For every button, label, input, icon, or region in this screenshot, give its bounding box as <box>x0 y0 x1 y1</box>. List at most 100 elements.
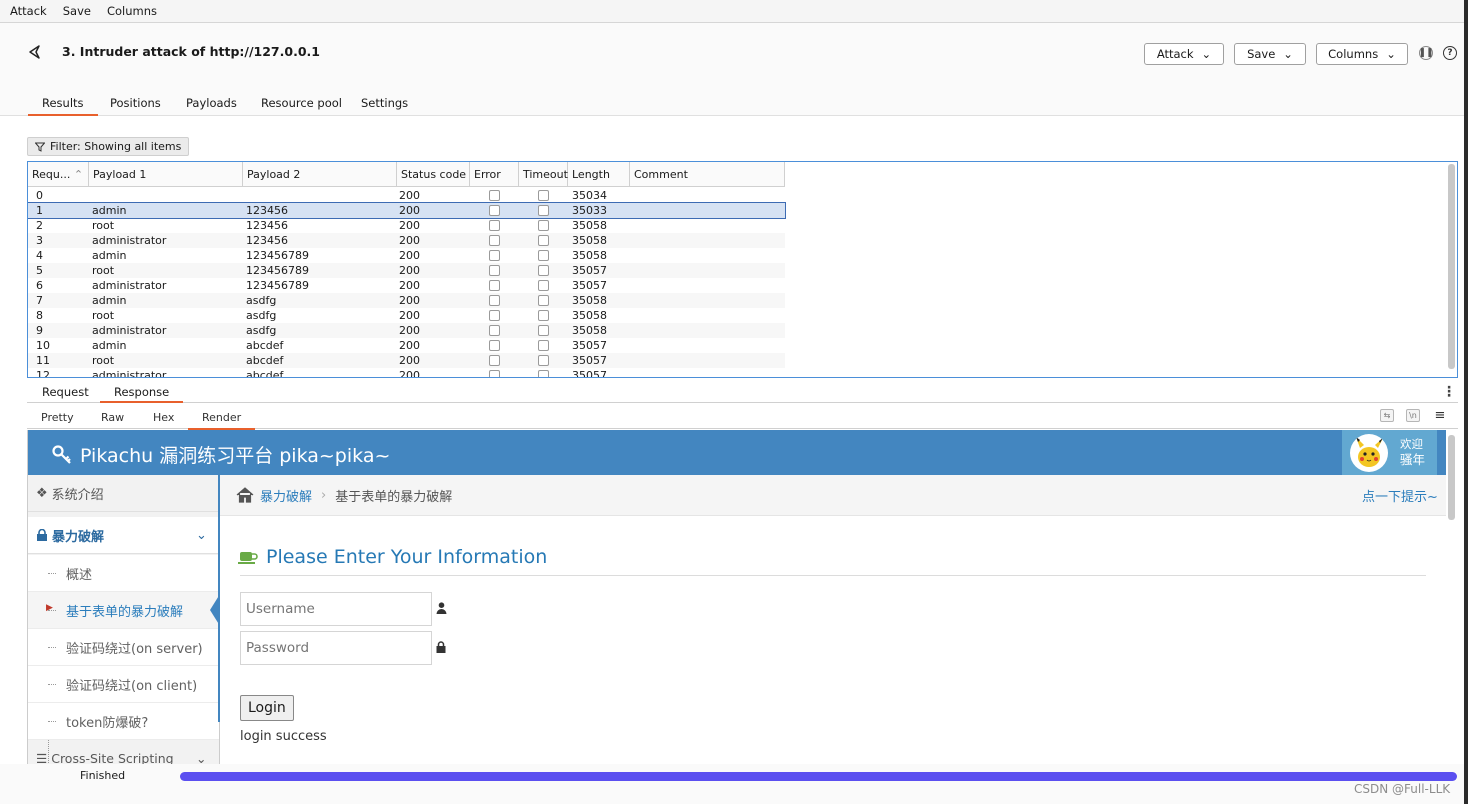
attack-title: 3. Intruder attack of http://127.0.0.1 <box>62 44 320 59</box>
table-cell: 35057 <box>572 339 607 352</box>
table-cell: 1 <box>36 204 43 217</box>
col-payload2[interactable]: Payload 2 <box>243 162 397 187</box>
timeout-checkbox <box>538 235 549 246</box>
wrap-lines-icon[interactable]: ⇆ <box>1380 409 1394 422</box>
table-row[interactable]: 4 admin 123456789 200 35058 <box>28 248 785 263</box>
table-row[interactable]: 8 root asdfg 200 35058 <box>28 308 785 323</box>
save-button[interactable]: Save ⌄ <box>1234 43 1306 65</box>
divider <box>240 575 1426 576</box>
table-row[interactable]: 6 administrator 123456789 200 35057 <box>28 278 785 293</box>
tab-hex[interactable]: Hex <box>153 411 174 424</box>
col-comment[interactable]: Comment <box>630 162 785 187</box>
pikachu-brand[interactable]: Pikachu 漏洞练习平台 pika~pika~ <box>52 441 390 468</box>
col-request[interactable]: Requ... ⌃ <box>28 162 89 187</box>
table-row[interactable]: 9 administrator asdfg 200 35058 <box>28 323 785 338</box>
timeout-checkbox <box>538 370 549 377</box>
render-scrollbar[interactable] <box>1448 435 1455 520</box>
table-cell: 10 <box>36 339 50 352</box>
col-payload1[interactable]: Payload 1 <box>89 162 243 187</box>
table-cell: asdfg <box>246 309 277 322</box>
hint-link[interactable]: 点一下提示~ <box>1362 486 1438 505</box>
pause-icon[interactable]: ❚❚ <box>1418 46 1434 60</box>
table-cell: 35058 <box>572 294 607 307</box>
tab-pretty[interactable]: Pretty <box>41 411 74 424</box>
sidebar-item-brute-force[interactable]: 暴力破解 ⌄ <box>28 517 219 554</box>
chevron-down-icon: ⌄ <box>196 527 207 543</box>
sidebar-item-intro[interactable]: ❖ 系统介绍 <box>28 475 219 512</box>
sidebar-sub-token[interactable]: token防爆破? <box>28 703 219 740</box>
table-cell: 35057 <box>572 279 607 292</box>
caret-right-icon: ▶ <box>46 603 53 613</box>
table-row[interactable]: 0 200 35034 <box>28 188 785 203</box>
pikachu-avatar <box>1350 434 1388 472</box>
sidebar-sub-captcha-server[interactable]: 验证码绕过(on server) <box>28 629 219 666</box>
menu-attack[interactable]: Attack <box>10 4 47 18</box>
sidebar-item-xss[interactable]: ☰ Cross-Site Scripting ⌄ <box>28 740 219 765</box>
help-icon[interactable]: ? <box>1443 46 1457 60</box>
menu-save[interactable]: Save <box>63 4 91 18</box>
tab-render[interactable]: Render <box>187 411 256 430</box>
table-row[interactable]: 7 admin asdfg 200 35058 <box>28 293 785 308</box>
col-length[interactable]: Length <box>568 162 630 187</box>
table-row[interactable]: 11 root abcdef 200 35057 <box>28 353 785 368</box>
tab-positions[interactable]: Positions <box>110 96 161 110</box>
table-cell: admin <box>92 294 127 307</box>
sidebar-sub-captcha-client[interactable]: 验证码绕过(on client) <box>28 666 219 703</box>
table-cell: 123456789 <box>246 279 309 292</box>
sidebar-sub-form-brute[interactable]: 基于表单的暴力破解 <box>28 592 219 629</box>
error-checkbox <box>489 250 500 261</box>
more-options-icon[interactable]: ⋮ <box>1442 384 1456 400</box>
pikachu-navbar: Pikachu 漏洞练习平台 pika~pika~ 欢迎 骚年 <box>28 430 1446 475</box>
filter-bar[interactable]: Filter: Showing all items <box>27 137 190 156</box>
table-cell: 200 <box>399 294 420 307</box>
tab-request[interactable]: Request <box>42 385 89 399</box>
tab-response[interactable]: Response <box>99 385 184 403</box>
menu-columns[interactable]: Columns <box>107 4 157 18</box>
attack-button[interactable]: Attack ⌄ <box>1144 43 1224 65</box>
results-table[interactable]: Requ... ⌃ Payload 1 Payload 2 Status cod… <box>27 161 1458 378</box>
error-checkbox <box>489 340 500 351</box>
table-scrollbar[interactable] <box>1448 164 1455 369</box>
table-row[interactable]: 5 root 123456789 200 35057 <box>28 263 785 278</box>
timeout-checkbox <box>538 220 549 231</box>
view-menu-icon[interactable]: ≡ <box>1433 408 1447 423</box>
tab-settings[interactable]: Settings <box>361 96 408 110</box>
columns-button[interactable]: Columns ⌄ <box>1316 43 1408 65</box>
login-message: login success <box>240 729 327 744</box>
home-icon[interactable] <box>236 487 254 503</box>
login-button[interactable]: Login <box>240 695 294 721</box>
table-cell: admin <box>92 249 127 262</box>
table-cell: 8 <box>36 309 43 322</box>
sidebar-sub-overview[interactable]: 概述 <box>28 555 219 592</box>
table-row[interactable]: 2 root 123456 200 35058 <box>28 218 785 233</box>
error-checkbox <box>489 265 500 276</box>
show-newlines-icon[interactable]: \n <box>1406 409 1420 422</box>
tags-icon: ❖ <box>36 485 48 501</box>
user-panel[interactable]: 欢迎 骚年 <box>1342 430 1437 475</box>
table-cell: admin <box>92 339 127 352</box>
tab-resource-pool[interactable]: Resource pool <box>261 96 342 110</box>
tab-payloads[interactable]: Payloads <box>186 96 237 110</box>
tab-results[interactable]: Results <box>28 96 97 116</box>
table-cell: 200 <box>399 264 420 277</box>
table-cell: 200 <box>399 369 420 378</box>
timeout-checkbox <box>538 265 549 276</box>
col-error[interactable]: Error <box>470 162 519 187</box>
table-row[interactable]: 3 administrator 123456 200 35058 <box>28 233 785 248</box>
table-row[interactable]: 10 admin abcdef 200 35057 <box>28 338 785 353</box>
username-input[interactable] <box>240 592 432 626</box>
breadcrumb-link[interactable]: 暴力破解 <box>260 486 312 505</box>
sort-asc-icon: ⌃ <box>73 168 84 181</box>
table-row[interactable]: 1 admin 123456 200 35033 <box>28 202 786 219</box>
tab-raw[interactable]: Raw <box>101 411 124 424</box>
table-row[interactable]: 12 administrator abcdef 200 35057 <box>28 368 785 378</box>
table-cell: 200 <box>399 204 420 217</box>
table-cell: 123456789 <box>246 249 309 262</box>
breadcrumb-current: 基于表单的暴力破解 <box>335 489 453 505</box>
table-cell: asdfg <box>246 294 277 307</box>
col-timeout[interactable]: Timeout <box>519 162 568 187</box>
error-checkbox <box>489 295 500 306</box>
coffee-icon <box>238 552 258 564</box>
col-status[interactable]: Status code <box>397 162 470 187</box>
password-input[interactable] <box>240 631 432 665</box>
